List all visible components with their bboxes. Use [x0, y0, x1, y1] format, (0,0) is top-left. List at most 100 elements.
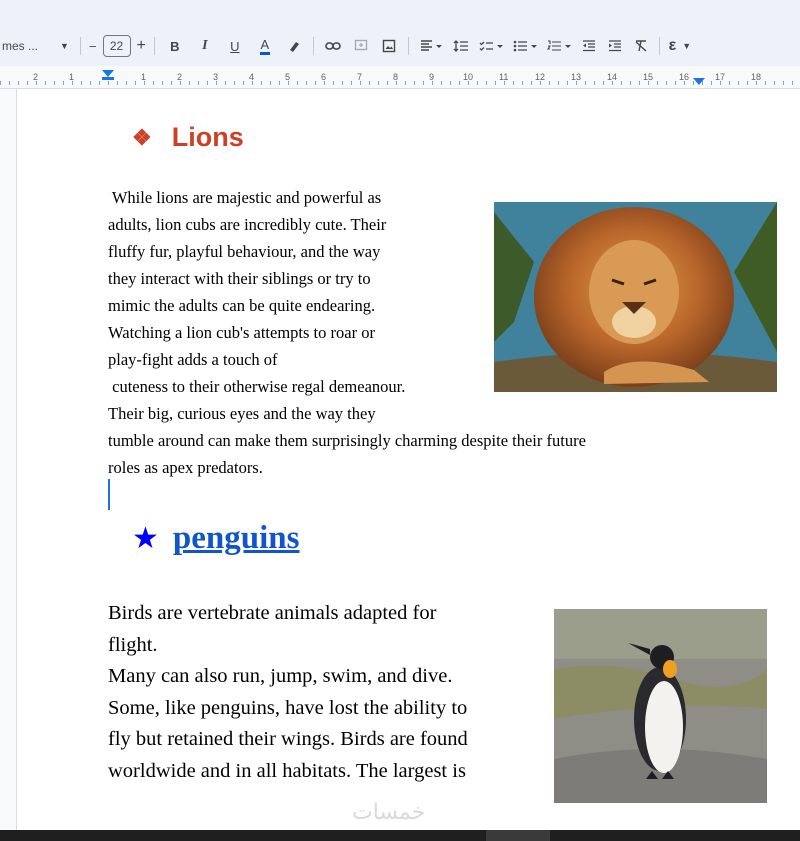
- ruler-tick: [63, 81, 64, 85]
- ruler-tick: [459, 81, 460, 85]
- numbered-list-button[interactable]: [545, 34, 573, 58]
- line-spacing-icon: [453, 40, 468, 52]
- bulleted-list-button[interactable]: [511, 34, 539, 58]
- ruler-tick: [108, 81, 109, 85]
- ruler-tick: [378, 81, 379, 85]
- text-color-label: A: [259, 37, 271, 55]
- underline-button[interactable]: U: [223, 34, 247, 58]
- ruler-tick: [693, 81, 694, 85]
- bulleted-list-icon: [513, 40, 537, 52]
- ruler-tick: [585, 81, 586, 85]
- ruler-tick: [504, 81, 505, 85]
- ruler-tick: [729, 81, 730, 85]
- ruler-tick: [414, 81, 415, 85]
- ruler-tick: [27, 81, 28, 85]
- insert-link-button[interactable]: [322, 34, 344, 58]
- scrollbar-thumb[interactable]: [486, 830, 550, 841]
- right-indent-marker[interactable]: [693, 78, 705, 85]
- star-bullet-icon: ★: [132, 522, 159, 555]
- ruler-tick: [279, 81, 280, 85]
- numbered-list-icon: [546, 40, 571, 51]
- ruler-tick: [549, 81, 550, 85]
- text-cursor: [108, 479, 110, 510]
- highlight-color-button[interactable]: [283, 34, 305, 58]
- font-name-dropdown[interactable]: mes ...: [0, 39, 56, 53]
- ruler-tick: [639, 81, 640, 85]
- ruler-tick: [45, 81, 46, 85]
- increase-indent-button[interactable]: [605, 34, 625, 58]
- ruler-tick: [621, 81, 622, 85]
- ruler-tick: [252, 81, 253, 85]
- text-color-button[interactable]: A: [253, 34, 277, 58]
- highlighter-icon: [289, 42, 299, 52]
- ruler-tick: [450, 81, 451, 85]
- penguins-paragraph[interactable]: Birds are vertebrate animals adapted for…: [108, 598, 548, 787]
- font-size-input[interactable]: 22: [102, 35, 131, 57]
- text-line: Many can also run, jump, swim, and dive.: [108, 665, 453, 687]
- watermark: خمسات: [352, 800, 426, 825]
- horizontal-ruler[interactable]: 2 1 1 2 3 4 5 6 7 8 9 10 11 12 13 14 15 16 17 18: [0, 66, 800, 89]
- text-line: worldwide and in all habitats. The large…: [108, 759, 466, 782]
- chevron-down-icon[interactable]: ▼: [60, 41, 69, 51]
- increase-font-size-button[interactable]: +: [137, 34, 146, 58]
- ruler-tick: [675, 81, 676, 85]
- link-icon: [325, 42, 341, 50]
- diamond-bullet-icon: ❖: [132, 124, 152, 150]
- ruler-tick: [792, 81, 793, 85]
- penguins-heading-link[interactable]: penguins: [173, 520, 300, 557]
- ruler-tick: [351, 81, 352, 85]
- ruler-tick: [603, 81, 604, 85]
- ruler-tick: [342, 81, 343, 85]
- ruler-tick: [288, 81, 289, 85]
- ruler-tick: [306, 81, 307, 85]
- ruler-tick: [531, 81, 532, 85]
- toolbar-divider: [407, 37, 409, 55]
- italic-button[interactable]: I: [193, 34, 217, 58]
- ruler-tick: [36, 81, 37, 85]
- line-spacing-button[interactable]: [451, 34, 471, 58]
- toolbar-divider: [658, 37, 660, 55]
- ruler-tick: [756, 81, 757, 85]
- ruler-tick: [162, 81, 163, 85]
- horizontal-scrollbar[interactable]: [0, 830, 800, 841]
- ruler-tick: [261, 81, 262, 85]
- left-indent-marker[interactable]: [102, 70, 114, 77]
- ruler-tick: [594, 81, 595, 85]
- ruler-tick: [297, 81, 298, 85]
- clear-formatting-button[interactable]: [631, 34, 651, 58]
- ruler-tick: [423, 81, 424, 85]
- text-line: flight.: [108, 633, 158, 656]
- align-button[interactable]: [417, 34, 445, 58]
- decrease-font-size-button[interactable]: −: [89, 34, 97, 58]
- penguin-image[interactable]: [554, 609, 767, 803]
- ruler-tick: [576, 81, 577, 85]
- ruler-tick: [135, 81, 136, 85]
- lions-heading-text: Lions: [171, 122, 244, 152]
- decrease-indent-button[interactable]: [579, 34, 599, 58]
- ruler-tick: [387, 81, 388, 85]
- checklist-button[interactable]: [477, 34, 505, 58]
- add-comment-button[interactable]: [350, 34, 372, 58]
- insert-image-button[interactable]: [378, 34, 400, 58]
- ruler-tick: [216, 81, 217, 85]
- ruler-tick: [18, 81, 19, 85]
- ruler-tick: [711, 81, 712, 85]
- lion-illustration: [494, 202, 777, 392]
- ruler-tick: [117, 81, 118, 85]
- ruler-tick: [747, 81, 748, 85]
- ruler-tick: [666, 81, 667, 85]
- ruler-tick: [441, 81, 442, 85]
- ruler-tick: [486, 81, 487, 85]
- more-options-button[interactable]: ε ▼: [668, 34, 698, 58]
- ruler-tick: [9, 81, 10, 85]
- ruler-tick: [234, 81, 235, 85]
- ruler-tick: [153, 81, 154, 85]
- bold-button[interactable]: B: [163, 34, 187, 58]
- ruler-tick: [720, 81, 721, 85]
- lion-image[interactable]: [494, 202, 777, 392]
- ruler-tick: [144, 81, 145, 85]
- first-line-indent-marker[interactable]: [102, 77, 114, 80]
- ruler-tick: [225, 81, 226, 85]
- ruler-tick: [612, 81, 613, 85]
- ruler-tick: [738, 81, 739, 85]
